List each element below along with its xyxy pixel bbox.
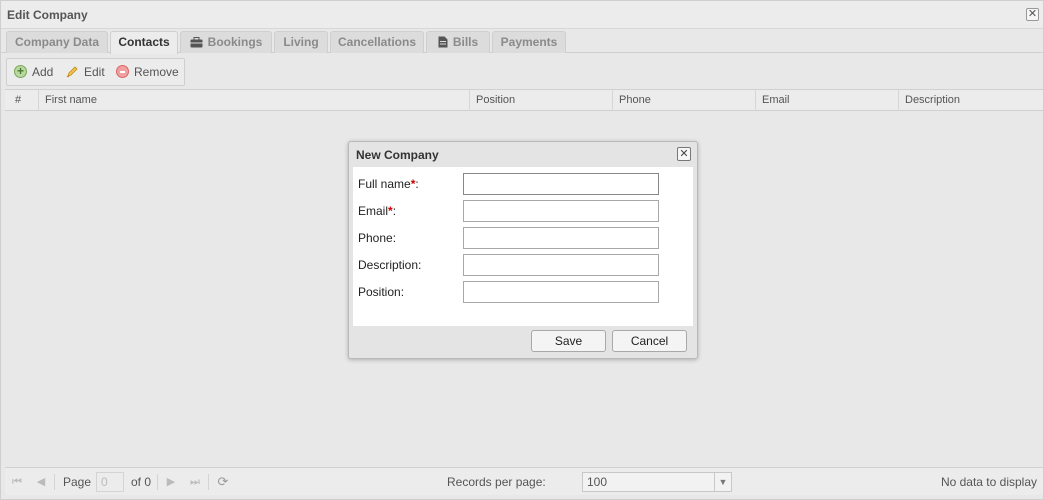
tab-label: Contacts bbox=[118, 35, 170, 49]
page-number-input[interactable] bbox=[96, 472, 124, 492]
position-label: Position: bbox=[358, 285, 405, 299]
position-input[interactable] bbox=[463, 281, 659, 303]
column-header-phone[interactable]: Phone bbox=[613, 90, 756, 111]
label-text: Email bbox=[358, 204, 389, 218]
tab-payments[interactable]: Payments bbox=[492, 31, 566, 53]
window-close-button[interactable]: ✕ bbox=[1026, 8, 1039, 21]
dialog-title: New Company bbox=[356, 148, 439, 162]
tab-label: Bills bbox=[452, 35, 479, 49]
tab-bar: Company Data Contacts Bookings Living Ca… bbox=[1, 29, 1043, 54]
column-header-description[interactable]: Description bbox=[899, 90, 1043, 111]
pager-separator bbox=[208, 474, 209, 490]
chevron-down-icon: ▼ bbox=[714, 473, 731, 491]
required-marker: * bbox=[410, 177, 416, 191]
description-label: Description: bbox=[358, 258, 422, 272]
refresh-icon[interactable]: ⟳ bbox=[215, 475, 231, 488]
column-header-email[interactable]: Email bbox=[756, 90, 899, 111]
tab-bookings[interactable]: Bookings bbox=[180, 31, 272, 53]
next-page-icon[interactable]: ▶ bbox=[165, 476, 177, 488]
records-per-page-select[interactable]: 100 ▼ bbox=[582, 472, 732, 492]
pager-separator bbox=[54, 474, 55, 490]
email-row: Email*: bbox=[358, 200, 688, 222]
remove-label: Remove bbox=[134, 65, 179, 79]
tab-label: Cancellations bbox=[337, 35, 417, 49]
pager-status: No data to display bbox=[940, 475, 1037, 489]
dialog-form: Full name*: Email*: Phone: Description: … bbox=[353, 167, 693, 326]
tab-company-data[interactable]: Company Data bbox=[6, 31, 108, 53]
add-label: Add bbox=[32, 65, 54, 79]
save-button[interactable]: Save bbox=[531, 330, 606, 352]
phone-input[interactable] bbox=[463, 227, 659, 249]
required-marker: * bbox=[388, 204, 393, 218]
edit-button[interactable]: Edit bbox=[66, 64, 105, 81]
briefcase-icon bbox=[190, 37, 203, 48]
dialog-close-button[interactable]: ✕ bbox=[677, 147, 691, 161]
label-text: Position bbox=[358, 285, 401, 299]
tab-bills[interactable]: Bills bbox=[426, 31, 490, 53]
grid-header: # First name Position Phone Email Descri… bbox=[5, 89, 1043, 111]
cancel-button[interactable]: Cancel bbox=[612, 330, 687, 352]
page-label: Page bbox=[63, 475, 92, 489]
full-name-input[interactable] bbox=[463, 173, 659, 195]
description-input[interactable] bbox=[463, 254, 659, 276]
add-button[interactable]: Add bbox=[14, 63, 54, 81]
first-page-icon[interactable]: ⏮ bbox=[11, 476, 23, 488]
tab-living[interactable]: Living bbox=[274, 31, 328, 53]
close-icon: ✕ bbox=[1027, 8, 1038, 20]
column-header-position[interactable]: Position bbox=[470, 90, 613, 111]
tab-label: Bookings bbox=[207, 35, 263, 49]
page-count-label: of 0 bbox=[131, 475, 152, 489]
remove-button[interactable]: Remove bbox=[116, 64, 179, 81]
window-title: Edit Company bbox=[7, 8, 88, 22]
tab-label: Company Data bbox=[14, 35, 100, 49]
tab-cancellations[interactable]: Cancellations bbox=[330, 31, 424, 53]
last-page-icon[interactable]: ⏭ bbox=[189, 476, 201, 488]
email-input[interactable] bbox=[463, 200, 659, 222]
full-name-label: Full name*: bbox=[358, 177, 419, 191]
tab-label: Living bbox=[283, 35, 319, 49]
pager-bar: ⏮ ◀ Page of 0 ▶ ⏭ ⟳ Records per page: 10… bbox=[5, 467, 1043, 495]
label-text: Description bbox=[358, 258, 419, 272]
edit-label: Edit bbox=[84, 65, 105, 79]
email-label: Email*: bbox=[358, 204, 397, 218]
tab-contacts[interactable]: Contacts bbox=[110, 31, 178, 54]
window-header: Edit Company ✕ bbox=[1, 1, 1043, 29]
pencil-icon bbox=[66, 66, 78, 78]
prev-page-icon[interactable]: ◀ bbox=[35, 476, 47, 488]
document-icon bbox=[438, 36, 448, 48]
contacts-toolbar: Add Edit Remove bbox=[6, 58, 185, 86]
column-header-number[interactable]: # bbox=[5, 90, 39, 111]
records-per-page-label: Records per page: bbox=[447, 475, 546, 489]
add-icon bbox=[14, 63, 27, 80]
new-company-dialog: New Company ✕ Full name*: Email*: Phone:… bbox=[348, 141, 698, 359]
label-text: Phone bbox=[358, 231, 393, 245]
position-row: Position: bbox=[358, 281, 688, 303]
label-text: Full name bbox=[358, 177, 411, 191]
tab-label: Payments bbox=[500, 35, 558, 49]
close-icon: ✕ bbox=[679, 148, 689, 160]
full-name-row: Full name*: bbox=[358, 173, 688, 195]
remove-icon bbox=[116, 65, 129, 78]
description-row: Description: bbox=[358, 254, 688, 276]
column-header-first-name[interactable]: First name bbox=[39, 90, 470, 111]
records-per-page-value: 100 bbox=[587, 475, 608, 489]
pager-separator bbox=[157, 474, 158, 490]
phone-row: Phone: bbox=[358, 227, 688, 249]
phone-label: Phone: bbox=[358, 231, 397, 245]
